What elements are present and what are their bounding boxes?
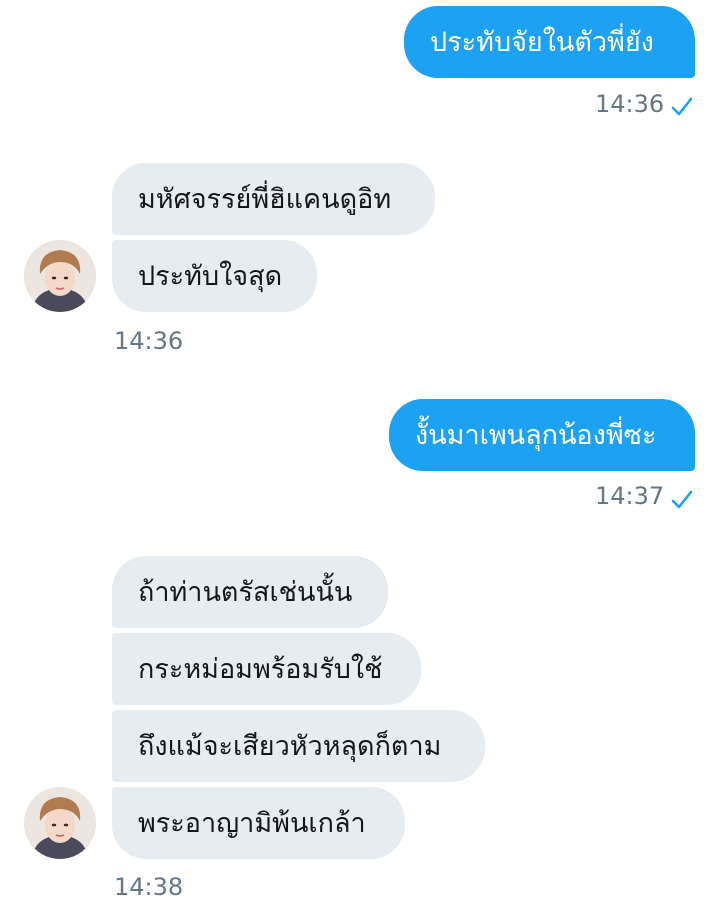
received-message-bubble[interactable]: พระอาญามิพ้นเกล้า (112, 787, 405, 859)
received-message-bubble[interactable]: มหัศจรรย์พี่ฮิแคนดูอิท (112, 163, 435, 235)
received-message-bubble[interactable]: ถึงแม้จะเสียวหัวหลุดก็ตาม (112, 710, 485, 782)
message-text: ประทับจัยในตัวพี่ยัง (430, 26, 654, 58)
message-timestamp: 14:36 (595, 90, 665, 118)
message-timestamp: 14:36 (114, 327, 184, 355)
message-timestamp: 14:37 (595, 482, 665, 510)
message-text: พระอาญามิพ้นเกล้า (138, 807, 366, 839)
received-message-bubble[interactable]: กระหม่อมพร้อมรับใช้ (112, 633, 421, 705)
sent-message-bubble[interactable]: งั้นมาเพนลุกน้องพี่ซะ (389, 399, 695, 471)
avatar-image (24, 787, 96, 859)
message-text: กระหม่อมพร้อมรับใช้ (138, 653, 383, 685)
user-avatar[interactable] (24, 787, 96, 859)
sent-message-bubble[interactable]: ประทับจัยในตัวพี่ยัง (404, 6, 695, 78)
message-text: ถึงแม้จะเสียวหัวหลุดก็ตาม (138, 730, 442, 762)
avatar-image (24, 240, 96, 312)
check-icon (671, 97, 693, 116)
message-timestamp: 14:38 (114, 873, 184, 901)
received-message-bubble[interactable]: ถ้าท่านตรัสเช่นนั้น (112, 556, 388, 628)
user-avatar[interactable] (24, 240, 96, 312)
message-text: งั้นมาเพนลุกน้องพี่ซะ (415, 419, 657, 451)
received-message-bubble[interactable]: ประทับใจสุด (112, 240, 317, 312)
message-text: ประทับใจสุด (138, 260, 283, 292)
message-text: ถ้าท่านตรัสเช่นนั้น (138, 576, 353, 608)
check-icon (671, 490, 693, 509)
message-text: มหัศจรรย์พี่ฮิแคนดูอิท (138, 183, 392, 215)
